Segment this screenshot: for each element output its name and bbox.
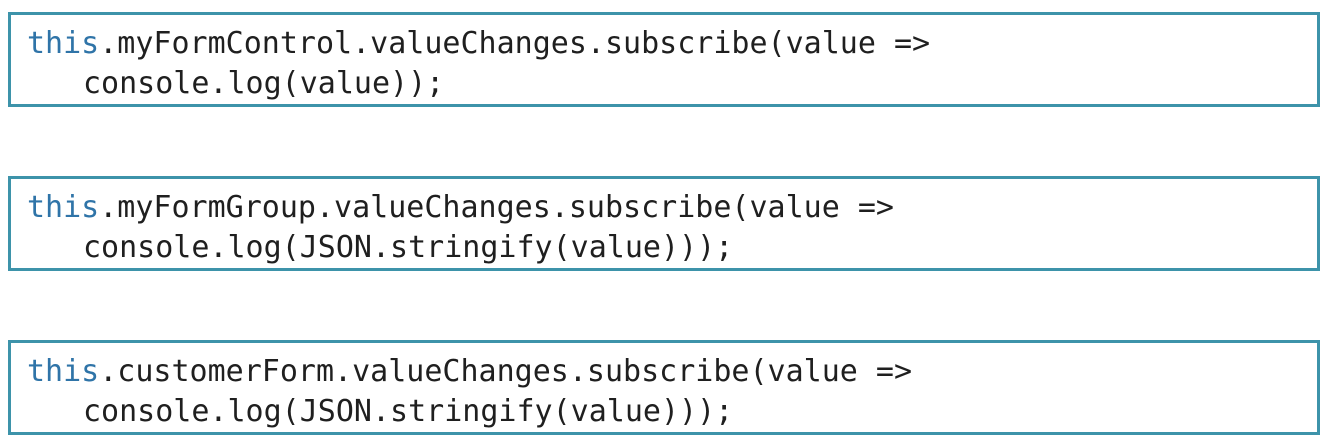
code-line-indented: console.log(JSON.stringify(value))); [83, 230, 734, 265]
code-line: this.myFormControl.valueChanges.subscrib… [27, 24, 1317, 64]
code-line-indented: console.log(value)); [83, 66, 445, 101]
code-block-customer-form: this.customerForm.valueChanges.subscribe… [8, 340, 1320, 435]
code-line: this.myFormGroup.valueChanges.subscribe(… [27, 188, 1317, 228]
code-block-form-group: this.myFormGroup.valueChanges.subscribe(… [8, 176, 1320, 271]
code-line: this.customerForm.valueChanges.subscribe… [27, 352, 1317, 392]
keyword-this: this [27, 190, 100, 225]
keyword-this: this [27, 26, 100, 61]
code-text: .customerForm.valueChanges.subscribe(val… [99, 354, 913, 389]
keyword-this: this [27, 354, 100, 389]
code-text: .myFormGroup.valueChanges.subscribe(valu… [99, 190, 894, 225]
code-line-indented: console.log(JSON.stringify(value))); [83, 394, 734, 429]
code-block-form-control: this.myFormControl.valueChanges.subscrib… [8, 12, 1320, 107]
code-text: .myFormControl.valueChanges.subscribe(va… [99, 26, 931, 61]
